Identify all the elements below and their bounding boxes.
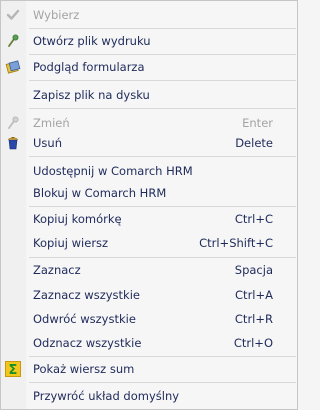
menu-item-label: Odwróć wszystkie bbox=[33, 312, 136, 326]
menu-item-label: Zaznacz bbox=[33, 263, 81, 277]
menu-item-edit[interactable]: Zmień Enter bbox=[1, 113, 297, 133]
menu-item-shortcut: Enter bbox=[242, 116, 273, 130]
menu-item-shortcut: Ctrl+R bbox=[234, 312, 273, 326]
menu-item-label: Blokuj w Comarch HRM bbox=[33, 186, 167, 200]
menu-item-label: Przywróć układ domyślny bbox=[33, 389, 180, 403]
menu-item-save-file[interactable]: Zapisz plik na dysku bbox=[1, 85, 297, 105]
menu-item-form-preview[interactable]: Podgląd formularza bbox=[1, 57, 297, 77]
menu-separator bbox=[29, 28, 296, 29]
menu-item-shortcut: Ctrl+A bbox=[235, 288, 273, 302]
menu-item-shortcut: Ctrl+O bbox=[233, 336, 273, 350]
menu-separator bbox=[29, 108, 296, 109]
sum-icon: Σ bbox=[5, 361, 21, 377]
menu-item-copy-cell[interactable]: Kopiuj komórkę Ctrl+C bbox=[1, 209, 297, 229]
menu-item-label: Zmień bbox=[33, 116, 70, 130]
menu-separator bbox=[29, 206, 296, 207]
context-menu: Wybierz Otwórz plik wydruku Podgląd form… bbox=[0, 0, 298, 410]
menu-item-copy-row[interactable]: Kopiuj wiersz Ctrl+Shift+C bbox=[1, 233, 297, 253]
menu-item-shortcut: Delete bbox=[235, 136, 273, 150]
menu-item-block-hrm[interactable]: Blokuj w Comarch HRM bbox=[1, 183, 297, 203]
menu-item-delete[interactable]: Usuń Delete bbox=[1, 133, 297, 153]
menu-item-shortcut: Ctrl+C bbox=[234, 212, 273, 226]
menu-separator bbox=[29, 382, 296, 383]
menu-item-label: Zapisz plik na dysku bbox=[33, 88, 150, 102]
menu-separator bbox=[29, 257, 296, 258]
checkmark-icon bbox=[5, 7, 21, 23]
menu-item-label: Otwórz plik wydruku bbox=[33, 34, 151, 48]
menu-separator bbox=[29, 356, 296, 357]
menu-item-label: Podgląd formularza bbox=[33, 60, 145, 74]
menu-item-shortcut: Ctrl+Shift+C bbox=[199, 236, 273, 250]
menu-item-label: Udostępnij w Comarch HRM bbox=[33, 164, 193, 178]
menu-separator bbox=[29, 54, 296, 55]
menu-item-label: Odznacz wszystkie bbox=[33, 336, 142, 350]
menu-item-mark-all[interactable]: Zaznacz wszystkie Ctrl+A bbox=[1, 285, 297, 305]
menu-item-show-sum-row[interactable]: Σ Pokaż wiersz sum bbox=[1, 359, 297, 379]
edit-icon bbox=[5, 115, 21, 131]
menu-item-label: Pokaż wiersz sum bbox=[33, 362, 135, 376]
svg-text:Σ: Σ bbox=[9, 363, 18, 377]
menu-item-mark[interactable]: Zaznacz Spacja bbox=[1, 260, 297, 280]
menu-item-unmark-all[interactable]: Odznacz wszystkie Ctrl+O bbox=[1, 333, 297, 353]
menu-item-invert-all[interactable]: Odwróć wszystkie Ctrl+R bbox=[1, 309, 297, 329]
menu-item-share-hrm[interactable]: Udostępnij w Comarch HRM bbox=[1, 161, 297, 181]
menu-item-shortcut: Spacja bbox=[234, 263, 273, 277]
menu-item-label: Kopiuj wiersz bbox=[33, 236, 109, 250]
menu-item-restore-default-layout[interactable]: Przywróć układ domyślny bbox=[1, 386, 297, 406]
menu-item-select[interactable]: Wybierz bbox=[1, 5, 297, 25]
menu-item-open-print-file[interactable]: Otwórz plik wydruku bbox=[1, 31, 297, 51]
preview-form-icon bbox=[5, 59, 21, 75]
menu-item-label: Usuń bbox=[33, 136, 62, 150]
menu-separator bbox=[29, 156, 296, 157]
trash-icon bbox=[5, 135, 21, 151]
pin-icon bbox=[5, 33, 21, 49]
menu-item-label: Zaznacz wszystkie bbox=[33, 288, 140, 302]
menu-separator bbox=[29, 80, 296, 81]
menu-item-label: Wybierz bbox=[33, 8, 80, 22]
menu-item-label: Kopiuj komórkę bbox=[33, 212, 122, 226]
